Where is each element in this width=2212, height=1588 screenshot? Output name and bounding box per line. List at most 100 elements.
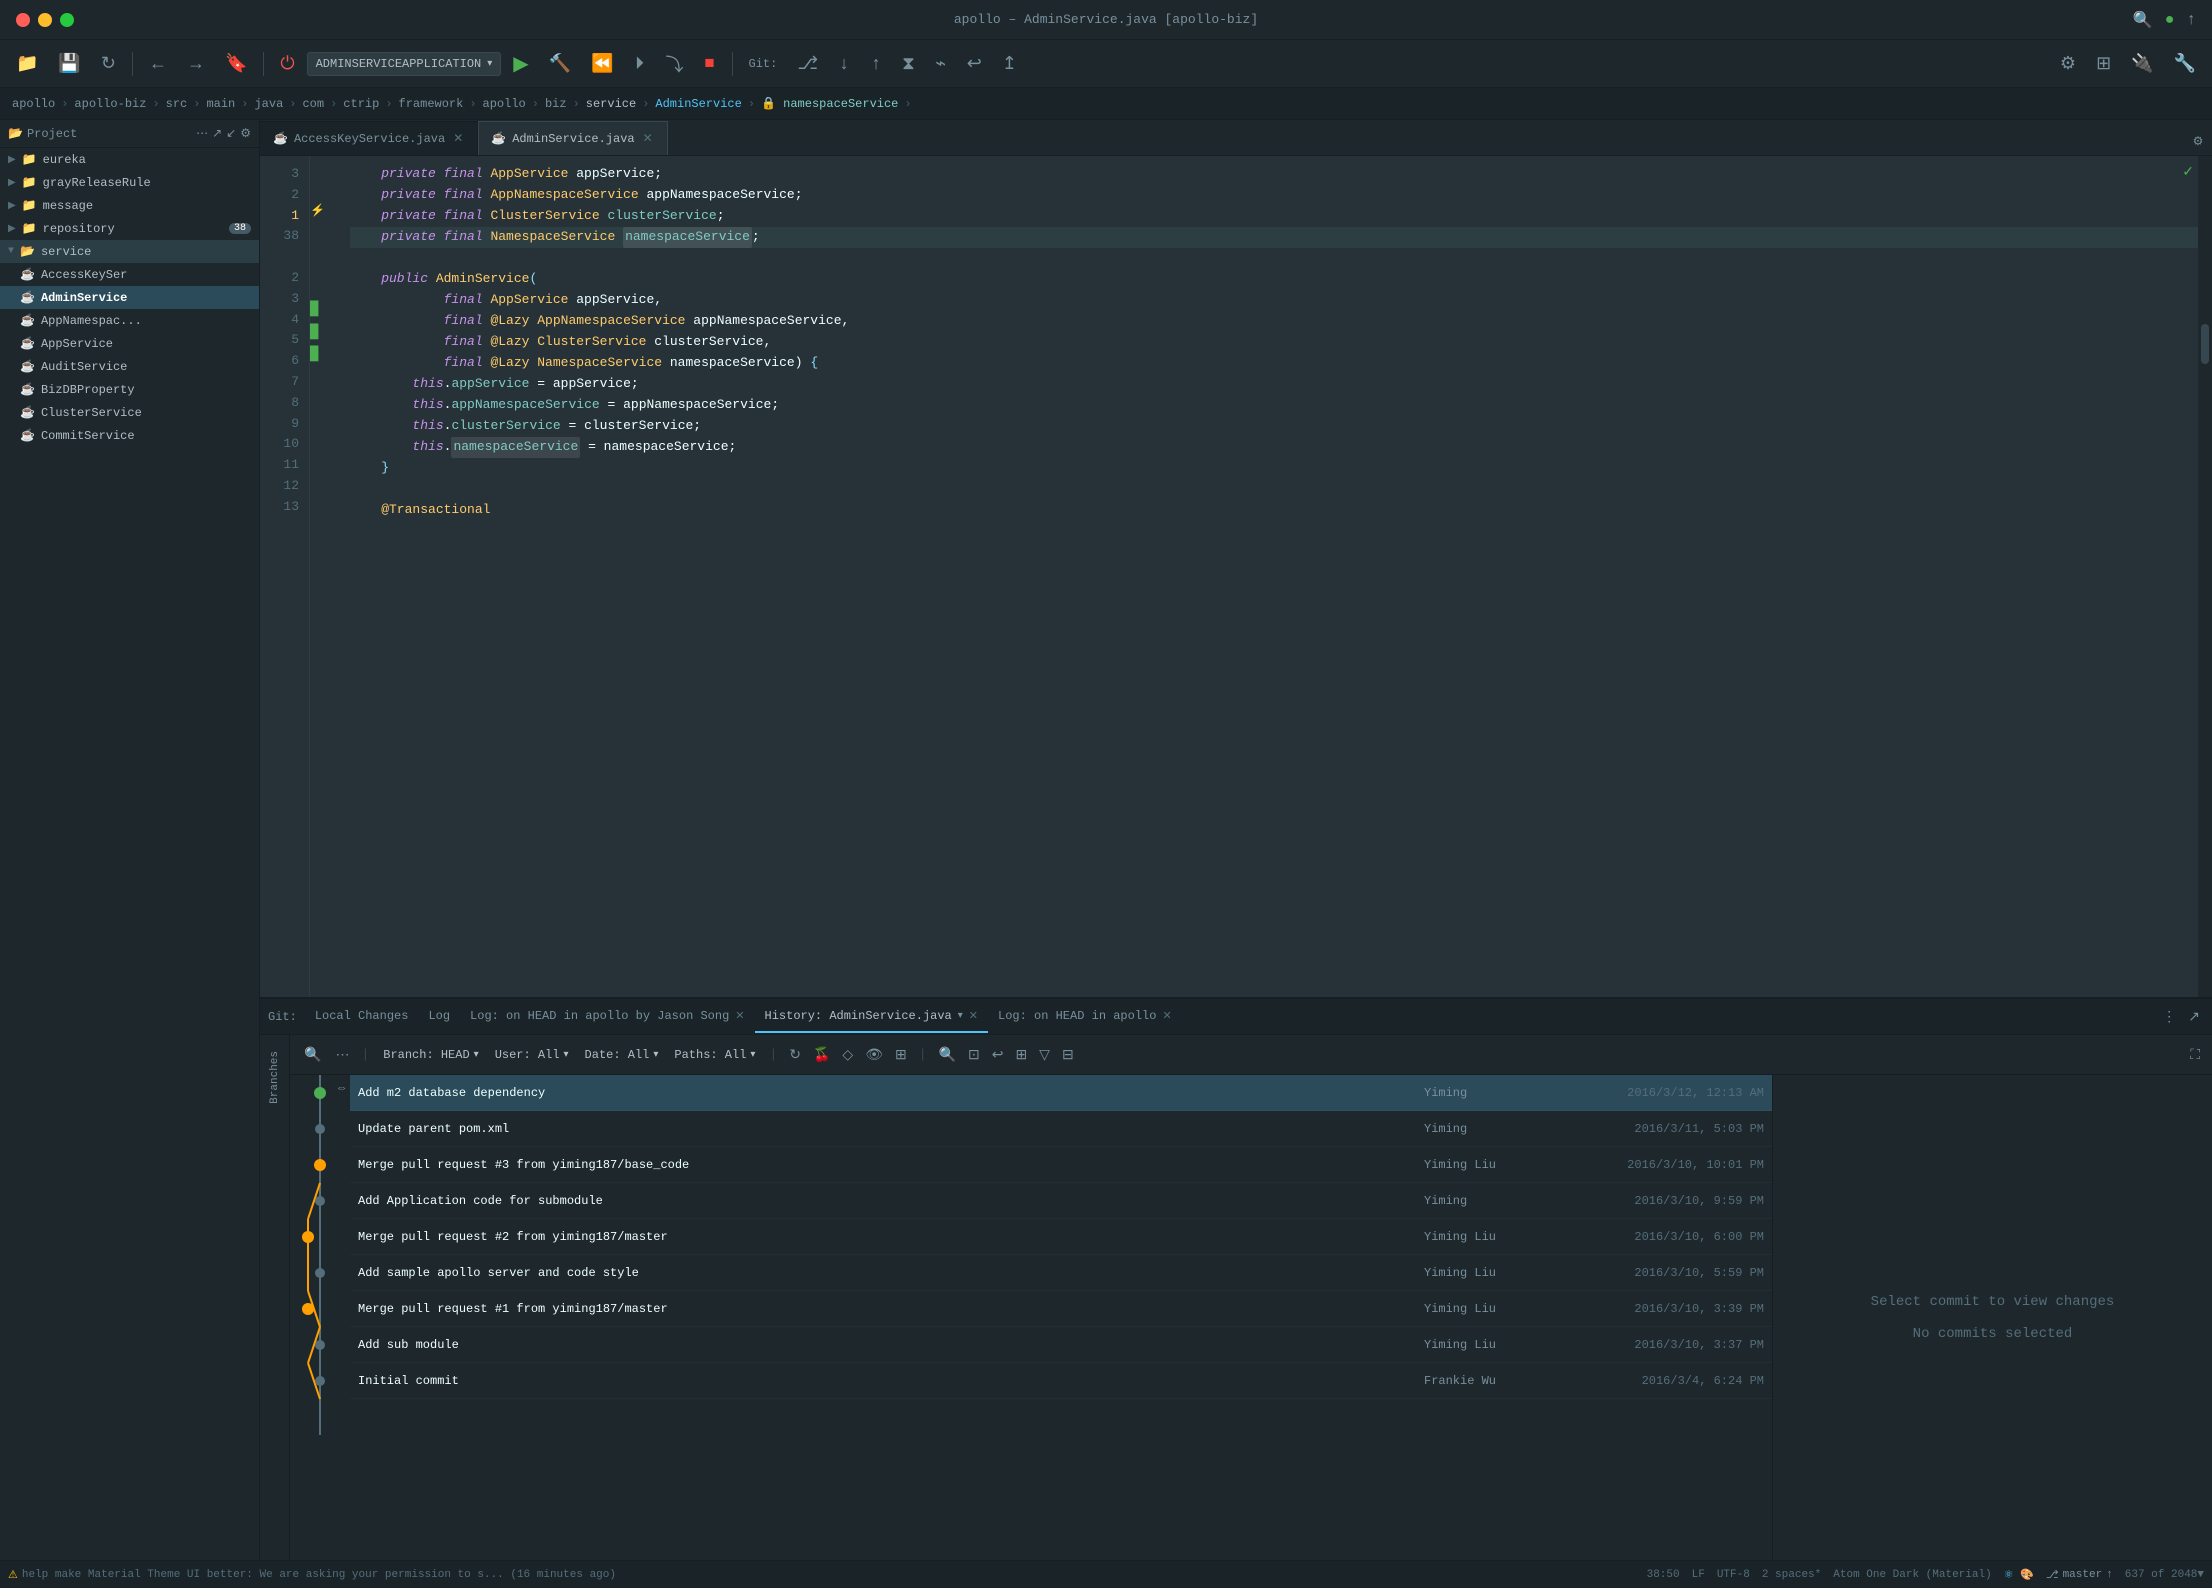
close-button[interactable]: [16, 13, 30, 27]
sidebar-item-commitservice[interactable]: ☕ CommitService: [0, 424, 259, 447]
commit-row-2[interactable]: Merge pull request #3 from yiming187/bas…: [350, 1147, 1772, 1183]
commit-row-5[interactable]: Add sample apollo server and code style …: [350, 1255, 1772, 1291]
bottom-tab-log-head[interactable]: Log: on HEAD in apollo ✕: [988, 1001, 1182, 1033]
undo-log-btn[interactable]: ↩: [988, 1044, 1008, 1065]
status-notification-text[interactable]: help make Material Theme UI better: We a…: [22, 1569, 616, 1581]
split-btn[interactable]: ⊡: [964, 1044, 984, 1065]
breadcrumb-adminservice[interactable]: AdminService: [655, 97, 741, 111]
table-btn[interactable]: ⊟: [1058, 1044, 1078, 1065]
power-btn[interactable]: ⏻: [272, 50, 302, 78]
sidebar-item-appservice[interactable]: ☕ AppService: [0, 332, 259, 355]
bottom-more-btn[interactable]: ⋮: [2158, 1006, 2180, 1027]
search-icon[interactable]: 🔍: [2133, 10, 2153, 30]
tabs-settings-btn[interactable]: ⚙: [2184, 127, 2212, 155]
code-editor[interactable]: 3 2 1 38 2 3 4 5 6 7 8 9 10 11 12 13: [260, 156, 2212, 998]
user-filter[interactable]: User: All ▾: [489, 1046, 575, 1064]
commit-row-3[interactable]: Add Application code for submodule Yimin…: [350, 1183, 1772, 1219]
folder-btn[interactable]: 📁: [8, 50, 46, 78]
sidebar-item-adminservice[interactable]: ☕ AdminService: [0, 286, 259, 309]
bookmark-btn[interactable]: 🔖: [217, 50, 255, 78]
save-btn[interactable]: 💾: [50, 50, 88, 78]
paths-filter[interactable]: Paths: All ▾: [668, 1046, 761, 1064]
git-branch-btn[interactable]: ⌁: [927, 50, 955, 78]
commit-row-6[interactable]: Merge pull request #1 from yiming187/mas…: [350, 1291, 1772, 1327]
back-btn[interactable]: ←: [141, 50, 175, 78]
search-btn[interactable]: 🔍: [298, 1044, 327, 1065]
tab-close-admin[interactable]: ✕: [641, 129, 655, 148]
refresh-btn[interactable]: ↻: [93, 50, 124, 78]
git-history-btn[interactable]: ⧗: [894, 50, 923, 78]
tab-close-log-head[interactable]: ✕: [735, 1009, 744, 1023]
breadcrumb-framework[interactable]: framework: [399, 97, 464, 111]
run-config-dropdown[interactable]: ADMINSERVICEAPPLICATION ▾: [307, 52, 502, 76]
sidebar-item-bizdbproperty[interactable]: ☕ BizDBProperty: [0, 378, 259, 401]
update-icon[interactable]: ↑: [2186, 11, 2196, 29]
git-fetch-btn[interactable]: ⎇: [789, 50, 826, 78]
sidebar-item-eureka[interactable]: ▶ 📁 eureka: [0, 148, 259, 171]
stop-btn[interactable]: ⏹: [696, 50, 724, 78]
sidebar-expand-icon[interactable]: ↗: [212, 126, 222, 141]
tab-close-accesskey[interactable]: ✕: [451, 129, 465, 148]
prev-btn[interactable]: ⏪: [583, 50, 621, 78]
search-commits-btn[interactable]: 🔍: [935, 1044, 960, 1065]
settings-btn[interactable]: 🔧: [2166, 50, 2204, 78]
maximize-button[interactable]: [60, 13, 74, 27]
breadcrumb-ctrip[interactable]: ctrip: [343, 97, 379, 111]
cherry-pick-btn[interactable]: 🍒: [809, 1044, 834, 1065]
git-branch-status[interactable]: ⎇ master ↑: [2046, 1568, 2113, 1582]
git-revert-btn[interactable]: ↩: [959, 50, 990, 78]
plugin-btn[interactable]: 🔌: [2123, 50, 2161, 78]
build-btn[interactable]: 🔨: [541, 50, 579, 78]
resume-btn[interactable]: ⏵: [626, 50, 654, 78]
bottom-tab-log[interactable]: Log: [418, 1001, 460, 1033]
sidebar-item-message[interactable]: ▶ 📁 message: [0, 194, 259, 217]
sidebar-item-auditservice[interactable]: ☕ AuditService: [0, 355, 259, 378]
bottom-expand-btn[interactable]: ↗: [2184, 1006, 2204, 1027]
tab-accesskeyservice[interactable]: ☕ AccessKeyService.java ✕: [260, 121, 478, 155]
history-dropdown-icon[interactable]: ▾: [958, 1010, 963, 1022]
tab-close-log-head2[interactable]: ✕: [1162, 1009, 1171, 1023]
breadcrumb-src[interactable]: src: [166, 97, 188, 111]
expand-panel-btn[interactable]: ⛶: [2186, 1044, 2204, 1065]
sidebar-item-repository[interactable]: ▶ 📁 repository 38: [0, 217, 259, 240]
breadcrumb-apollo-biz[interactable]: apollo-biz: [74, 97, 146, 111]
bottom-tab-local-changes[interactable]: Local Changes: [305, 1001, 419, 1033]
breadcrumb-main[interactable]: main: [206, 97, 235, 111]
eye-btn[interactable]: 👁: [861, 1044, 887, 1065]
breadcrumb-biz[interactable]: biz: [545, 97, 567, 111]
git-push-btn[interactable]: ↑: [862, 50, 890, 78]
diff-btn[interactable]: ⊞: [891, 1044, 911, 1065]
breadcrumb-apollo2[interactable]: apollo: [483, 97, 526, 111]
breadcrumb-service[interactable]: service: [586, 97, 636, 111]
sidebar-item-grayreleaser[interactable]: ▶ 📁 grayReleaseRule: [0, 171, 259, 194]
sidebar-options-icon[interactable]: ⋯: [196, 126, 208, 141]
branch-filter[interactable]: Branch: HEAD ▾: [377, 1046, 484, 1064]
graph-resize-handle[interactable]: ⇔: [338, 1081, 345, 1095]
run-btn[interactable]: ▶: [505, 50, 536, 78]
sidebar-item-service[interactable]: ▼ 📂 service: [0, 240, 259, 263]
commit-row-4[interactable]: Merge pull request #2 from yiming187/mas…: [350, 1219, 1772, 1255]
commit-row-8[interactable]: Initial commit Frankie Wu 2016/3/4, 6:24…: [350, 1363, 1772, 1399]
sidebar-item-appnamespace[interactable]: ☕ AppNamespac...: [0, 309, 259, 332]
sidebar-collapse-icon[interactable]: ↙: [226, 126, 236, 141]
breadcrumb-ns[interactable]: 🔒 namespaceService: [761, 96, 898, 111]
forward-btn[interactable]: →: [179, 50, 213, 78]
sidebar-item-accesskeyservice[interactable]: ☕ AccessKeySer: [0, 263, 259, 286]
bottom-tab-history-adminservice[interactable]: History: AdminService.java ▾ ✕: [755, 1001, 988, 1033]
minimize-button[interactable]: [38, 13, 52, 27]
commit-row-1[interactable]: Update parent pom.xml Yiming 2016/3/11, …: [350, 1111, 1772, 1147]
tag-btn[interactable]: ◇: [838, 1044, 857, 1065]
date-filter[interactable]: Date: All ▾: [579, 1046, 665, 1064]
sidebar-more-icon[interactable]: ⚙: [240, 126, 251, 141]
breadcrumb-java[interactable]: java: [254, 97, 283, 111]
commit-row-0[interactable]: Add m2 database dependency Yiming 2016/3…: [350, 1075, 1772, 1111]
layout-btn[interactable]: ⊞: [2088, 50, 2119, 78]
step-over-btn[interactable]: ⤵: [658, 50, 692, 78]
refresh-log-btn[interactable]: ↻: [785, 1044, 805, 1065]
git-stash-btn[interactable]: ↥: [994, 50, 1025, 78]
graph-btn[interactable]: ⊞: [1011, 1044, 1031, 1065]
editor-scrollbar[interactable]: [2198, 156, 2212, 997]
terminal-btn[interactable]: ⚙: [2052, 50, 2084, 78]
breadcrumb-apollo[interactable]: apollo: [12, 97, 55, 111]
settings-log-btn[interactable]: ⋯: [331, 1044, 353, 1065]
